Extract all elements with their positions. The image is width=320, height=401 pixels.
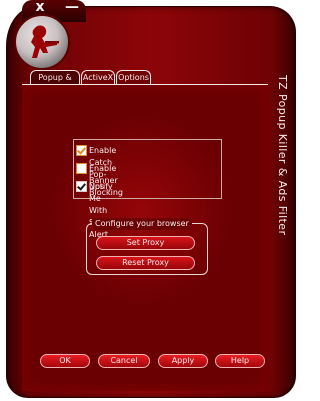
- checkbox-catch-popups[interactable]: [76, 145, 87, 156]
- browser-group-title: Configure your browser: [92, 218, 192, 230]
- ok-button[interactable]: OK: [40, 354, 90, 368]
- checkbox-sound-alert[interactable]: [76, 181, 87, 192]
- set-proxy-button[interactable]: Set Proxy: [96, 236, 195, 250]
- app-title: TZ Popup Killer & Ads Filter: [276, 75, 289, 236]
- apply-button[interactable]: Apply: [158, 354, 208, 368]
- reset-proxy-button[interactable]: Reset Proxy: [96, 256, 195, 270]
- counter-strike-soldier-icon: [31, 25, 59, 58]
- app-window: x — Popup & Ads ActiveX Options TZ Popup…: [0, 0, 300, 401]
- checkbox-banner-blocking[interactable]: [76, 163, 87, 174]
- help-button[interactable]: Help: [215, 354, 265, 368]
- tab-activex[interactable]: ActiveX: [81, 70, 115, 85]
- cancel-button[interactable]: Cancel: [98, 354, 150, 368]
- minimize-icon[interactable]: —: [63, 0, 81, 16]
- logo: [14, 14, 70, 70]
- tab-options[interactable]: Options: [116, 70, 151, 85]
- vertical-title: TZ Popup Killer & Ads Filter: [272, 75, 292, 295]
